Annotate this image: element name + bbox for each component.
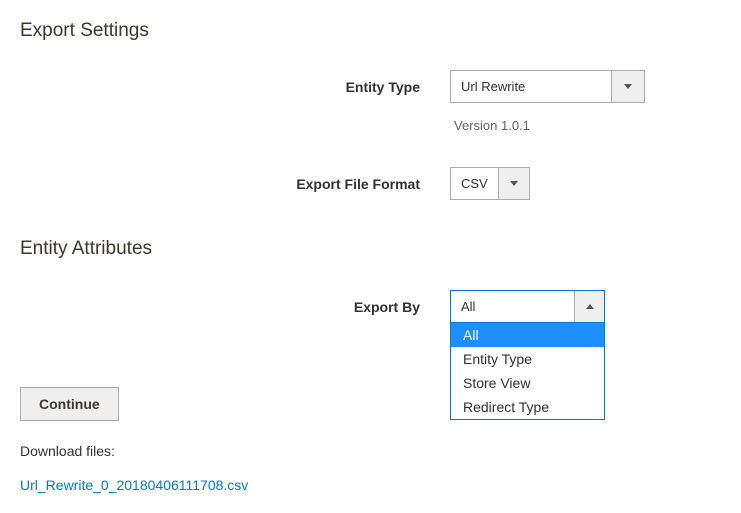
entity-type-value: Url Rewrite: [451, 71, 611, 102]
chevron-up-icon: [574, 291, 604, 322]
entity-attributes-title: Entity Attributes: [20, 238, 721, 260]
export-by-option-redirect-type[interactable]: Redirect Type: [451, 395, 604, 419]
download-file-link[interactable]: Url_Rewrite_0_20180406111708.csv: [20, 477, 248, 493]
export-file-format-value: CSV: [451, 168, 498, 199]
export-by-select[interactable]: All: [450, 290, 605, 323]
export-settings-title: Export Settings: [20, 20, 721, 42]
export-by-value: All: [451, 291, 574, 322]
export-by-dropdown: All Entity Type Store View Redirect Type: [450, 323, 605, 420]
chevron-down-icon: [611, 71, 644, 102]
export-by-label: Export By: [20, 299, 450, 315]
export-file-format-select[interactable]: CSV: [450, 167, 530, 200]
download-files-label: Download files:: [20, 443, 721, 459]
continue-button[interactable]: Continue: [20, 387, 119, 421]
export-file-format-label: Export File Format: [20, 176, 450, 192]
export-by-option-all[interactable]: All: [451, 323, 604, 347]
export-by-option-entity-type[interactable]: Entity Type: [451, 347, 604, 371]
entity-type-label: Entity Type: [20, 79, 450, 95]
export-file-format-row: Export File Format CSV: [20, 167, 721, 200]
entity-type-select[interactable]: Url Rewrite: [450, 70, 645, 103]
chevron-down-icon: [498, 168, 529, 199]
export-by-row: Export By All All Entity Type Store View…: [20, 290, 721, 323]
entity-type-row: Entity Type Url Rewrite: [20, 70, 721, 103]
export-by-option-store-view[interactable]: Store View: [451, 371, 604, 395]
version-text: Version 1.0.1: [452, 118, 530, 133]
